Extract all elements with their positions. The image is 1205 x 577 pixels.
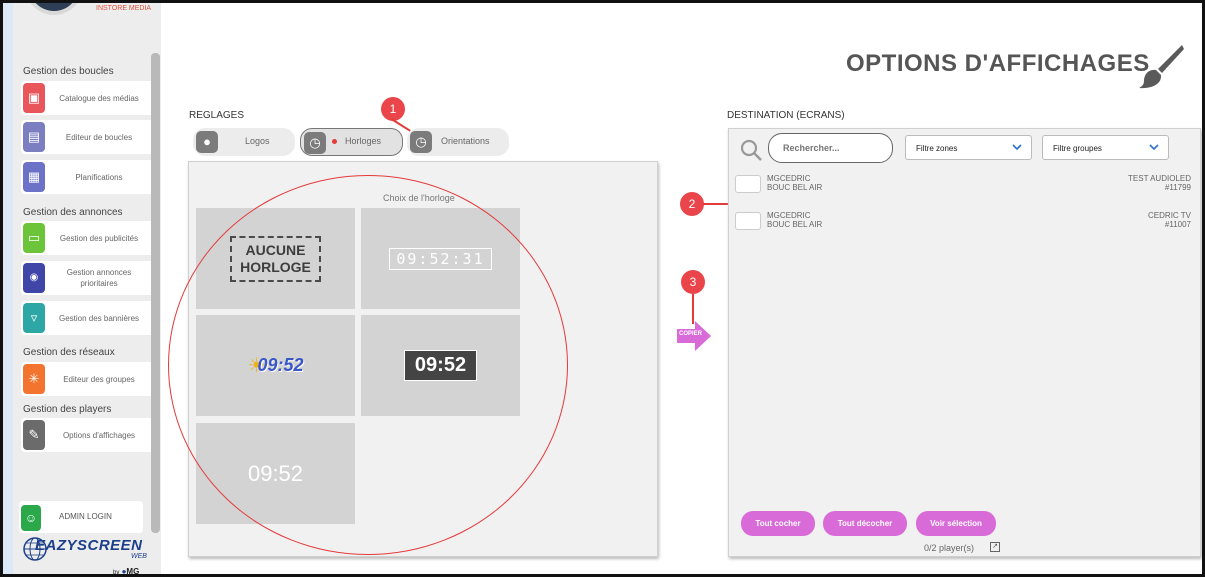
- screen-toggle[interactable]: [735, 175, 761, 193]
- screen-owner: MGCEDRIC: [767, 174, 811, 183]
- section-title-boucles: Gestion des boucles: [23, 66, 114, 77]
- page-title: OPTIONS D'AFFICHAGES: [846, 50, 1150, 77]
- screen-toggle[interactable]: [735, 212, 761, 230]
- sidebar-item-ads[interactable]: ▭ Gestion des publicités: [21, 221, 151, 255]
- sidebar-item-display-options[interactable]: ✎ Options d'affichages: [21, 418, 151, 452]
- sidebar-item-label: Editeur des groupes: [63, 374, 135, 384]
- player-count: 0/2 player(s): [924, 543, 975, 553]
- brand-sub: WEB: [131, 553, 147, 560]
- chevron-down-icon: [1012, 144, 1022, 151]
- copy-label: COPIER: [679, 331, 703, 337]
- filter-groups-label: Filtre groupes: [1053, 144, 1102, 153]
- screen-owner: MGCEDRIC: [767, 211, 811, 220]
- tab-label: Logos: [245, 136, 270, 146]
- calendar-icon: ▦: [23, 162, 45, 192]
- settings-section-label: REGLAGES: [189, 110, 245, 121]
- clock-icon: ◷: [304, 132, 326, 154]
- sidebar-item-label: Planifications: [75, 172, 123, 182]
- search-input[interactable]: [768, 133, 893, 163]
- annotation-line-3: [692, 294, 694, 324]
- chevron-down-icon: [1149, 144, 1159, 151]
- screen-info: TEST AUDIOLED #11799: [1128, 174, 1191, 192]
- filter-zones-label: Filtre zones: [916, 144, 958, 153]
- user-icon: ☺: [21, 505, 41, 531]
- uncheck-all-button[interactable]: Tout décocher: [823, 511, 907, 536]
- admin-login-button[interactable]: ☺ ADMIN LOGIN: [19, 501, 143, 533]
- screen-id: #11799: [1164, 183, 1191, 192]
- brush-icon: ✎: [23, 420, 45, 450]
- sidebar-item-label: Gestion des publicités: [59, 233, 139, 243]
- external-link-icon[interactable]: ↗: [990, 542, 1000, 552]
- screen-location: MGCEDRIC BOUC BEL AIR: [767, 211, 822, 229]
- check-all-button[interactable]: Tout cocher: [741, 511, 815, 536]
- media-catalog-icon: ▣: [23, 83, 45, 113]
- view-selection-button[interactable]: Voir sélection: [916, 511, 996, 536]
- sidebar-item-media-catalog[interactable]: ▣ Catalogue des médias: [21, 81, 151, 115]
- screen-row[interactable]: MGCEDRIC BOUC BEL AIR CEDRIC TV #11007: [733, 208, 1195, 236]
- sidebar-item-banners[interactable]: ▿ Gestion des bannières: [21, 301, 151, 335]
- sidebar-item-planning[interactable]: ▦ Planifications: [21, 160, 151, 194]
- tab-label: Horloges: [345, 136, 382, 146]
- tab-horloges[interactable]: ◷ Horloges: [300, 128, 403, 156]
- tab-logos[interactable]: ● Logos: [193, 128, 295, 156]
- screen-city: BOUC BEL AIR: [767, 220, 823, 229]
- filter-zones-select[interactable]: Filtre zones: [905, 135, 1032, 160]
- app-window: INSTORE MEDIA Gestion des boucles ▣ Cata…: [0, 0, 1205, 577]
- filter-groups-select[interactable]: Filtre groupes: [1042, 135, 1169, 160]
- banner-icon: ▿: [23, 303, 45, 333]
- left-edge-strip: [3, 3, 13, 574]
- screen-name: TEST AUDIOLED: [1128, 174, 1191, 183]
- annotation-circle: [168, 175, 568, 555]
- sidebar-item-label: Gestion annonces prioritaires: [66, 268, 132, 288]
- groups-icon: ✳: [23, 364, 45, 394]
- screen-city: BOUC BEL AIR: [767, 183, 823, 192]
- sidebar-item-label: Options d'affichages: [62, 430, 136, 440]
- screen-id: #11007: [1164, 220, 1191, 229]
- paint-brush-icon: [1139, 45, 1184, 89]
- sidebar-item-loop-editor[interactable]: ▤ Editeur de boucles: [21, 120, 151, 154]
- screen-location: MGCEDRIC BOUC BEL AIR: [767, 174, 822, 192]
- section-title-reseaux: Gestion des réseaux: [23, 347, 115, 358]
- section-title-annonces: Gestion des annonces: [23, 207, 123, 218]
- screen-info: CEDRIC TV #11007: [1148, 211, 1191, 229]
- section-title-players: Gestion des players: [23, 404, 112, 415]
- brand-name: EAZYSCREEN: [35, 537, 143, 554]
- clock-icon: ◷: [410, 131, 432, 153]
- broadcast-icon: ◉: [23, 263, 45, 293]
- screen-name: CEDRIC TV: [1148, 211, 1191, 220]
- screen-row[interactable]: MGCEDRIC BOUC BEL AIR TEST AUDIOLED #117…: [733, 171, 1195, 199]
- brand-caption: INSTORE MEDIA: [96, 5, 152, 12]
- annotation-dot-1: [332, 139, 337, 144]
- sidebar-item-priority-announcements[interactable]: ◉ Gestion annonces prioritaires: [21, 261, 151, 295]
- annotation-marker-2: 2: [680, 192, 704, 216]
- apple-icon: ●: [196, 131, 218, 153]
- loop-editor-icon: ▤: [23, 122, 45, 152]
- annotation-marker-3: 3: [681, 270, 705, 294]
- sidebar-item-group-editor[interactable]: ✳ Editeur des groupes: [21, 362, 151, 396]
- annotation-marker-1: 1: [381, 97, 405, 121]
- sidebar-scrollbar[interactable]: [151, 53, 160, 533]
- sidebar-item-label: Editeur de boucles: [65, 132, 133, 142]
- tab-orientations[interactable]: ◷ Orientations: [407, 128, 509, 156]
- ads-icon: ▭: [23, 223, 45, 253]
- sidebar-item-label: Gestion des bannières: [58, 313, 140, 323]
- admin-login-label: ADMIN LOGIN: [59, 512, 112, 521]
- tab-label: Orientations: [441, 136, 490, 146]
- brand-by: by ●MG: [113, 567, 140, 576]
- sidebar-item-label: Catalogue des médias: [59, 93, 139, 103]
- search-icon: [740, 139, 762, 161]
- destination-section-label: DESTINATION (ECRANS): [727, 110, 845, 121]
